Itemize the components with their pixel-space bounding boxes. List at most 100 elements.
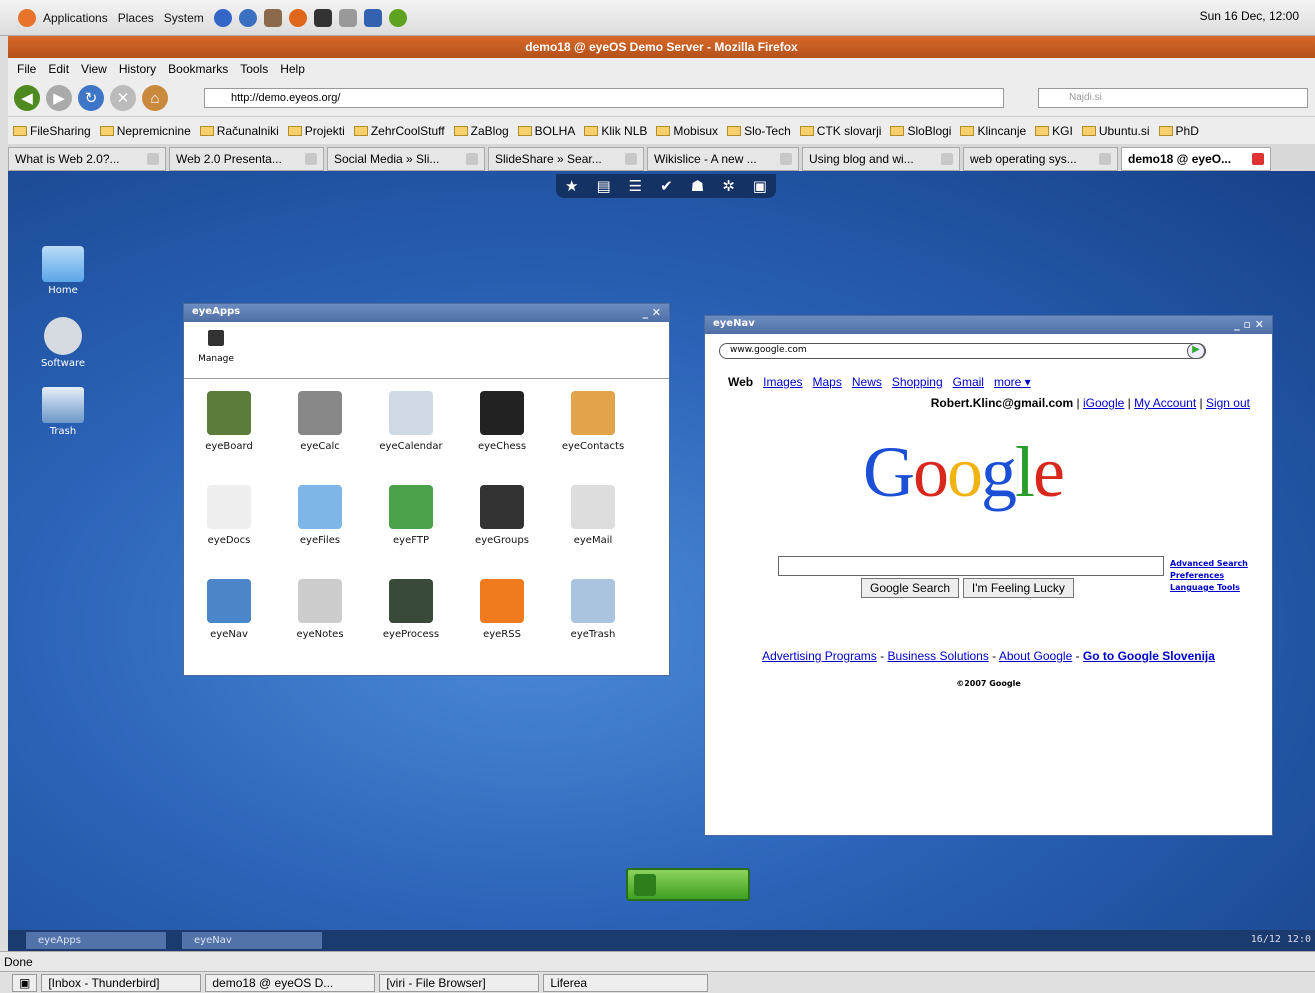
gnav-more[interactable]: more ▾ — [994, 375, 1031, 389]
app-eyetrash[interactable]: eyeTrash — [548, 579, 638, 640]
clock[interactable]: Sun 16 Dec, 12:00 — [1200, 9, 1299, 23]
menu-view[interactable]: View — [81, 62, 107, 76]
taskbar-window-button[interactable]: [viri - File Browser] — [379, 973, 540, 992]
app-eyedocs[interactable]: eyeDocs — [184, 485, 274, 546]
home-icon[interactable]: ⌂ — [142, 85, 168, 111]
advanced-search-link[interactable]: Advanced Search — [1170, 558, 1248, 570]
slovenia-link[interactable]: Go to Google Slovenija — [1083, 649, 1215, 663]
app-eyerss[interactable]: eyeRSS — [457, 579, 547, 640]
google-search-input[interactable] — [778, 556, 1164, 576]
help-icon[interactable] — [213, 8, 232, 27]
close-tab-icon[interactable] — [147, 153, 159, 165]
search-input[interactable]: Najdi.si — [1038, 88, 1308, 108]
bookmark-item[interactable]: Ubuntu.si — [1081, 124, 1150, 138]
bookmark-item[interactable]: FileSharing — [13, 124, 91, 138]
forward-icon[interactable]: ▶ — [46, 85, 72, 111]
bookmark-item[interactable]: CTK slovarji — [799, 124, 881, 138]
thunderbird-icon[interactable] — [238, 8, 257, 27]
browser-tab[interactable]: Wikislice - A new ... — [647, 147, 799, 171]
system-menu[interactable]: System — [164, 11, 204, 25]
eyeos-task-eyenav[interactable]: eyeNav — [182, 932, 322, 949]
business-link[interactable]: Business Solutions — [887, 649, 988, 663]
browser-tab[interactable]: Web 2.0 Presenta... — [169, 147, 324, 171]
close-tab-icon[interactable] — [466, 153, 478, 165]
briefcase-icon[interactable]: ▤ — [596, 177, 610, 195]
app-eyemail[interactable]: eyeMail — [548, 485, 638, 546]
app-eyeprocess[interactable]: eyeProcess — [366, 579, 456, 640]
reload-icon[interactable]: ↻ — [78, 85, 104, 111]
desktop-icon-home[interactable]: Home — [28, 246, 98, 296]
desktop-icon-software[interactable]: Software — [28, 317, 98, 369]
bookmark-item[interactable]: Klik NLB — [584, 124, 647, 138]
gnav-images[interactable]: Images — [763, 375, 802, 389]
desktop-icon-trash[interactable]: Trash — [28, 387, 98, 437]
url-input[interactable]: http://demo.eyeos.org/ — [204, 88, 1004, 108]
bookmark-item[interactable]: Mobisux — [656, 124, 718, 138]
gnome-foot-icon[interactable] — [18, 8, 36, 27]
language-tools-link[interactable]: Language Tools — [1170, 582, 1248, 594]
browser-tab[interactable]: web operating sys... — [963, 147, 1118, 171]
show-desktop-icon[interactable]: ▣ — [12, 973, 38, 992]
users-icon[interactable]: ☗ — [691, 177, 704, 195]
app-eyeboard[interactable]: eyeBoard — [184, 391, 274, 452]
terminal-icon[interactable] — [313, 8, 332, 27]
save-icon[interactable] — [363, 8, 382, 27]
menu-bookmarks[interactable]: Bookmarks — [168, 62, 228, 76]
people-icon[interactable] — [263, 8, 282, 27]
browser-tab[interactable]: SlideShare » Sear... — [488, 147, 644, 171]
taskbar-window-button[interactable]: Liferea — [543, 973, 709, 992]
gnav-gmail[interactable]: Gmail — [953, 375, 984, 389]
stop-icon[interactable]: ✕ — [110, 85, 136, 111]
browser-tab[interactable]: Social Media » Sli... — [327, 147, 485, 171]
check-icon[interactable]: ✔ — [660, 177, 673, 195]
window-controls-icon[interactable]: _ ✕ — [642, 306, 661, 319]
rss-icon[interactable]: ☰ — [629, 177, 642, 195]
close-tab-icon[interactable] — [1252, 153, 1264, 165]
account-link[interactable]: My Account — [1134, 396, 1196, 410]
igoogle-link[interactable]: iGoogle — [1083, 396, 1124, 410]
taskbar-window-button[interactable]: demo18 @ eyeOS D... — [205, 973, 376, 992]
menu-tools[interactable]: Tools — [240, 62, 268, 76]
back-icon[interactable]: ◀ — [14, 85, 40, 111]
app-eyechess[interactable]: eyeChess — [457, 391, 547, 452]
menu-history[interactable]: History — [119, 62, 156, 76]
close-tab-icon[interactable] — [780, 153, 792, 165]
browser-tab[interactable]: Using blog and wi... — [802, 147, 960, 171]
bookmark-item[interactable]: Klincanje — [960, 124, 1026, 138]
bookmark-item[interactable]: BOLHA — [517, 124, 575, 138]
eyeos-task-eyeapps[interactable]: eyeApps — [26, 932, 166, 949]
signout-link[interactable]: Sign out — [1206, 396, 1250, 410]
bookmark-item[interactable]: ZaBlog — [453, 124, 509, 138]
browser-tab[interactable]: demo18 @ eyeO... — [1121, 147, 1271, 171]
firefox-icon[interactable] — [288, 8, 307, 27]
close-tab-icon[interactable] — [1099, 153, 1111, 165]
close-tab-icon[interactable] — [625, 153, 637, 165]
gear-icon[interactable]: ✲ — [722, 177, 735, 195]
about-link[interactable]: About Google — [999, 649, 1072, 663]
app-eyegroups[interactable]: eyeGroups — [457, 485, 547, 546]
bookmark-item[interactable]: KGI — [1035, 124, 1073, 138]
gnav-shopping[interactable]: Shopping — [892, 375, 943, 389]
close-tab-icon[interactable] — [941, 153, 953, 165]
google-search-button[interactable]: Google Search — [861, 578, 960, 598]
feeling-lucky-button[interactable]: I'm Feeling Lucky — [962, 578, 1074, 598]
eyeapps-titlebar[interactable]: eyeApps _ ✕ — [184, 304, 669, 322]
manage-button[interactable]: Manage — [196, 330, 236, 364]
app-eyeftp[interactable]: eyeFTP — [366, 485, 456, 546]
app-eyefiles[interactable]: eyeFiles — [275, 485, 365, 546]
refresh-icon[interactable] — [388, 8, 407, 27]
browser-tab[interactable]: What is Web 2.0?... — [8, 147, 166, 171]
bookmark-item[interactable]: PhD — [1158, 124, 1199, 138]
go-icon[interactable]: ▶ — [1187, 343, 1205, 359]
bookmark-item[interactable]: SloBlogi — [890, 124, 951, 138]
applications-menu[interactable]: Applications — [43, 11, 108, 25]
taskbar-window-button[interactable]: [Inbox - Thunderbird] — [41, 973, 202, 992]
menu-help[interactable]: Help — [280, 62, 305, 76]
preferences-link[interactable]: Preferences — [1170, 570, 1248, 582]
gnav-web[interactable]: Web — [728, 375, 753, 389]
advertising-link[interactable]: Advertising Programs — [762, 649, 877, 663]
close-tab-icon[interactable] — [305, 153, 317, 165]
bookmark-item[interactable]: Slo-Tech — [727, 124, 791, 138]
window-controls-icon[interactable]: _ ▫ ✕ — [1234, 318, 1264, 331]
places-menu[interactable]: Places — [118, 11, 154, 25]
